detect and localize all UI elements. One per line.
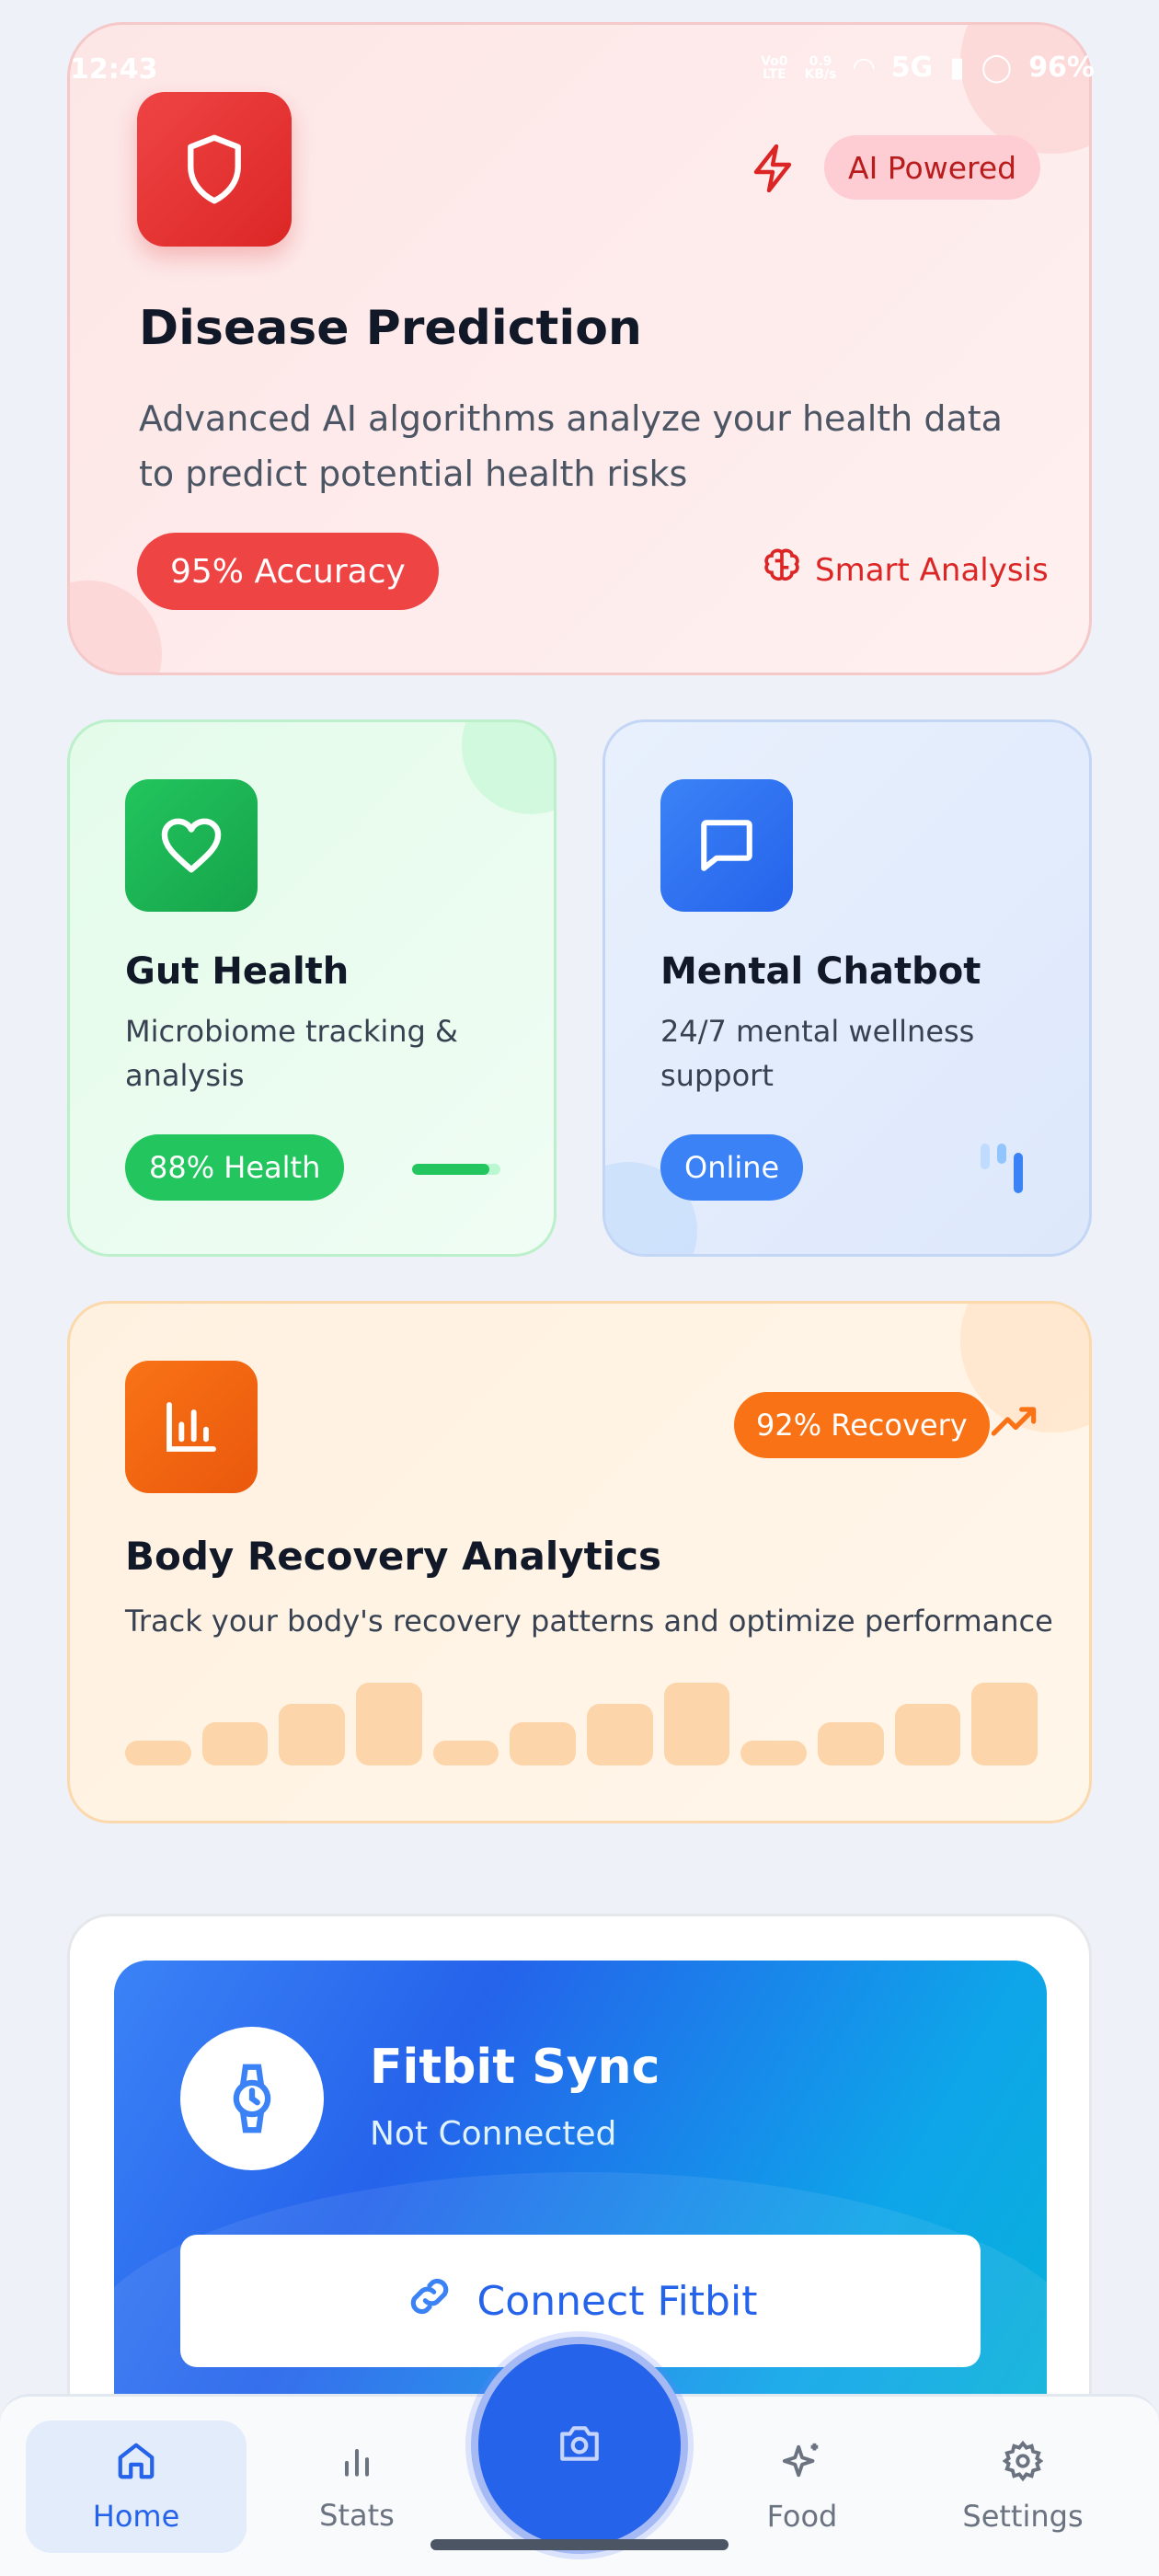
brain-icon (762, 546, 802, 594)
home-icon (115, 2440, 157, 2490)
chat-bubble-icon (660, 779, 793, 912)
fitbit-status: Not Connected (370, 2115, 617, 2153)
lightning-icon (751, 144, 795, 196)
connect-fitbit-label: Connect Fitbit (476, 2277, 758, 2325)
card-title: Mental Chatbot (660, 950, 981, 993)
decoration-circle (960, 25, 1089, 154)
nav-label: Stats (319, 2498, 395, 2533)
watch-icon (180, 2027, 324, 2170)
bar-chart-icon (125, 1361, 258, 1493)
camera-icon (557, 2423, 602, 2467)
card-description: Track your body's recovery patterns and … (125, 1604, 1053, 1639)
nav-settings[interactable]: Settings (912, 2421, 1133, 2553)
fitbit-title: Fitbit Sync (370, 2040, 660, 2095)
card-description: Microbiome tracking & analysis (125, 1014, 458, 1093)
link-icon (404, 2271, 455, 2332)
shield-icon (137, 92, 292, 247)
online-status-badge: Online (660, 1134, 804, 1201)
heart-icon (125, 779, 258, 912)
mental-chatbot-card[interactable]: Mental Chatbot 24/7 mental wellness supp… (602, 719, 1092, 1257)
recovery-badge: 92% Recovery (734, 1392, 990, 1458)
card-title: Gut Health (125, 950, 350, 993)
nav-food[interactable]: Food (692, 2421, 912, 2553)
trending-up-icon (990, 1403, 1038, 1443)
gut-health-progress (412, 1164, 500, 1175)
card-title: Body Recovery Analytics (125, 1534, 661, 1579)
nav-label: Settings (962, 2499, 1084, 2534)
nav-label: Food (766, 2499, 838, 2534)
card-title: Disease Prediction (139, 301, 642, 356)
recovery-bar-graphic (125, 1683, 1039, 1765)
nav-label: Home (92, 2499, 180, 2534)
sparkles-icon (781, 2440, 823, 2490)
card-description: 24/7 mental wellness support (660, 1014, 975, 1093)
health-badge: 88% Health (125, 1134, 345, 1201)
nav-home[interactable]: Home (26, 2421, 247, 2553)
disease-prediction-card[interactable]: AI Powered Disease Prediction Advanced A… (67, 22, 1092, 675)
home-indicator (430, 2539, 729, 2550)
gear-icon (1002, 2440, 1044, 2490)
accuracy-badge: 95% Accuracy (137, 533, 439, 610)
typing-indicator (981, 1144, 1023, 1193)
body-recovery-card[interactable]: 92% Recovery Body Recovery Analytics Tra… (67, 1301, 1092, 1823)
nav-stats[interactable]: Stats (247, 2421, 467, 2553)
camera-button[interactable] (471, 2337, 688, 2554)
smart-analysis-label: Smart Analysis (762, 546, 1049, 594)
stats-icon (337, 2441, 377, 2489)
gut-health-card[interactable]: Gut Health Microbiome tracking & analysi… (67, 719, 557, 1257)
ai-powered-badge: AI Powered (824, 135, 1041, 200)
decoration-circle (462, 722, 554, 814)
card-description: Advanced AI algorithms analyze your heal… (139, 398, 1003, 494)
